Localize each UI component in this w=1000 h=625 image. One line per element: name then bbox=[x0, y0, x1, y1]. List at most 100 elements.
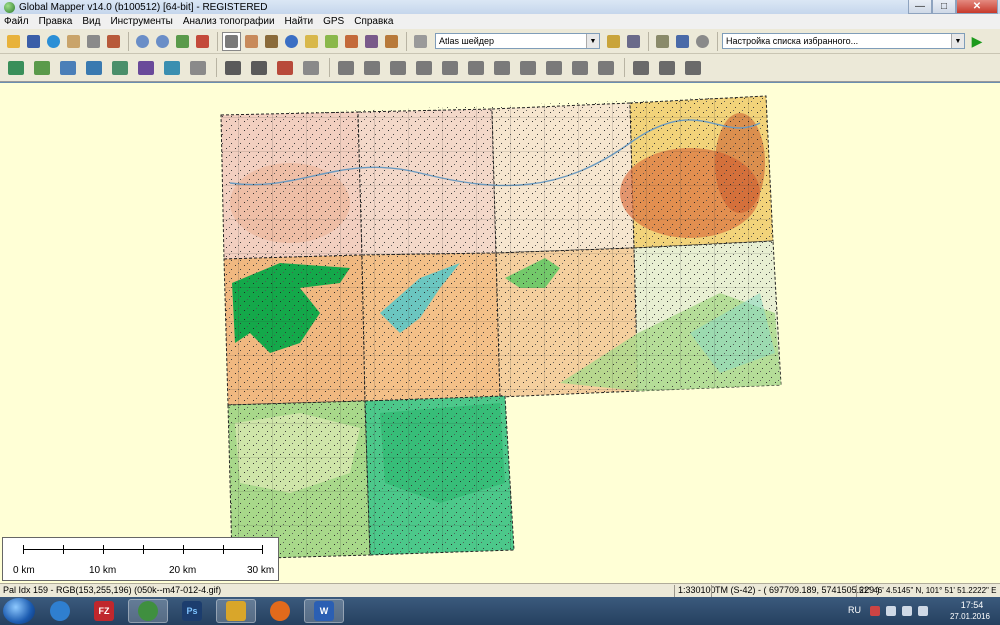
run-favorite-button[interactable]: ▶ bbox=[969, 33, 985, 49]
taskbar-google-earth[interactable] bbox=[40, 599, 80, 623]
measure-line-tool-button[interactable] bbox=[299, 56, 322, 79]
toolbar-separator bbox=[648, 31, 649, 51]
flag-icon[interactable] bbox=[870, 606, 880, 616]
chevron-down-icon: ▼ bbox=[951, 34, 964, 48]
workspace-button[interactable] bbox=[64, 32, 83, 51]
layer-control-button[interactable] bbox=[673, 32, 692, 51]
clock-time[interactable]: 17:54 bbox=[948, 600, 996, 610]
save-button[interactable] bbox=[24, 32, 43, 51]
shape-tool-1-button[interactable] bbox=[334, 56, 357, 79]
maximize-button[interactable]: □ bbox=[932, 0, 956, 14]
taskbar-photoshop[interactable]: Ps bbox=[172, 599, 212, 623]
minimize-button[interactable]: — bbox=[908, 0, 932, 14]
start-button[interactable] bbox=[3, 598, 35, 624]
create-line-tool-icon bbox=[33, 60, 50, 75]
volume-button[interactable] bbox=[382, 32, 401, 51]
3d-mode-button[interactable] bbox=[624, 32, 643, 51]
combine-tool-button[interactable] bbox=[160, 56, 183, 79]
shape-tool-9-button[interactable] bbox=[542, 56, 565, 79]
shape-tool-2-button[interactable] bbox=[360, 56, 383, 79]
pan-tool-button[interactable] bbox=[242, 32, 261, 51]
taskbar-filezilla[interactable]: FZ bbox=[84, 599, 124, 623]
undo-tool-button[interactable] bbox=[681, 56, 704, 79]
pointer-tool-button[interactable] bbox=[222, 31, 241, 51]
shape-tool-11-button[interactable] bbox=[594, 56, 617, 79]
menu-file[interactable]: Файл bbox=[4, 16, 29, 27]
shape-tool-6-button[interactable] bbox=[464, 56, 487, 79]
config-button[interactable] bbox=[104, 32, 123, 51]
clock-date[interactable]: 27.01.2016 bbox=[944, 612, 996, 621]
favorites-select[interactable]: Настройка списка избранного... ▼ bbox=[722, 33, 965, 49]
create-area-tool-button[interactable] bbox=[4, 56, 27, 79]
menu-tools[interactable]: Инструменты bbox=[110, 16, 172, 27]
close-button[interactable]: ✕ bbox=[956, 0, 998, 14]
feature-info-button[interactable] bbox=[302, 32, 321, 51]
network-icon[interactable] bbox=[886, 606, 896, 616]
app-icon bbox=[4, 1, 15, 13]
status-projection: TM (S-42) - ( 697709.189, 5741505.229 ) bbox=[715, 585, 880, 595]
menu-view[interactable]: Вид bbox=[82, 16, 100, 27]
shape-tool-7-button[interactable] bbox=[490, 56, 513, 79]
menu-help[interactable]: Справка bbox=[354, 16, 393, 27]
cut-tool-button[interactable] bbox=[134, 56, 157, 79]
online-data-button[interactable] bbox=[44, 32, 63, 51]
digitizer-button[interactable] bbox=[653, 32, 672, 51]
connect-tool-button[interactable] bbox=[108, 56, 131, 79]
status-divider bbox=[856, 585, 857, 597]
menu-analysis[interactable]: Анализ топографии bbox=[183, 16, 275, 27]
measure-button[interactable] bbox=[262, 32, 281, 51]
shader-select[interactable]: Atlas шейдер ▼ bbox=[435, 33, 600, 49]
zoom-out-button[interactable] bbox=[153, 32, 172, 51]
battery-icon[interactable] bbox=[902, 606, 912, 616]
arch-icon bbox=[414, 34, 427, 48]
point-tool-button[interactable] bbox=[221, 56, 244, 79]
menu-search[interactable]: Найти bbox=[285, 16, 314, 27]
insert-vertex-tool-button[interactable] bbox=[247, 56, 270, 79]
image-swipe-button[interactable] bbox=[322, 32, 341, 51]
shape-tool-10-button[interactable] bbox=[568, 56, 591, 79]
taskbar-app-yellow[interactable] bbox=[216, 599, 256, 623]
grid-tool-button[interactable] bbox=[186, 56, 209, 79]
print-button[interactable] bbox=[84, 32, 103, 51]
shader-icon bbox=[607, 34, 620, 48]
shape-tool-3-button[interactable] bbox=[386, 56, 409, 79]
shape-tool-5-button[interactable] bbox=[438, 56, 461, 79]
zoom-out-icon bbox=[156, 34, 169, 48]
full-view-icon bbox=[176, 34, 189, 48]
home-button[interactable] bbox=[193, 32, 212, 51]
full-view-button[interactable] bbox=[173, 32, 192, 51]
info-icon bbox=[285, 34, 298, 48]
3d-view-button[interactable] bbox=[411, 32, 430, 51]
shape-tool-8-button[interactable] bbox=[516, 56, 539, 79]
shape-tool-4-button[interactable] bbox=[412, 56, 435, 79]
raster-map-tiles[interactable] bbox=[0, 83, 1000, 583]
shader-config-button[interactable] bbox=[604, 32, 623, 51]
open-folder-button[interactable] bbox=[4, 32, 23, 51]
view-shed-button[interactable] bbox=[362, 32, 381, 51]
rotate-tool-button[interactable] bbox=[629, 56, 652, 79]
language-indicator[interactable]: RU bbox=[848, 605, 861, 615]
scale-tick bbox=[23, 545, 24, 554]
home-icon bbox=[196, 34, 209, 48]
menu-gps[interactable]: GPS bbox=[323, 16, 344, 27]
play-icon: ▶ bbox=[971, 32, 983, 49]
zoom-in-button[interactable] bbox=[133, 32, 152, 51]
draw-line-tool-button[interactable] bbox=[273, 56, 296, 79]
menu-edit[interactable]: Правка bbox=[39, 16, 73, 27]
global-mapper-icon bbox=[138, 601, 158, 621]
split-tool-icon bbox=[85, 60, 102, 75]
move-tool-button[interactable] bbox=[655, 56, 678, 79]
taskbar-firefox[interactable] bbox=[260, 599, 300, 623]
path-profile-button[interactable] bbox=[342, 32, 361, 51]
info-button[interactable] bbox=[282, 32, 301, 51]
pointer-icon bbox=[225, 34, 238, 48]
favorites-select-value: Настройка списка избранного... bbox=[726, 36, 859, 46]
settings-button[interactable] bbox=[693, 32, 712, 51]
map-view[interactable]: 0 km 10 km 20 km 30 km bbox=[0, 83, 1000, 583]
taskbar-global-mapper[interactable] bbox=[128, 599, 168, 623]
edit-vertices-tool-button[interactable] bbox=[56, 56, 79, 79]
taskbar-word[interactable]: W bbox=[304, 599, 344, 623]
volume-icon[interactable] bbox=[918, 606, 928, 616]
split-tool-button[interactable] bbox=[82, 56, 105, 79]
create-line-tool-button[interactable] bbox=[30, 56, 53, 79]
